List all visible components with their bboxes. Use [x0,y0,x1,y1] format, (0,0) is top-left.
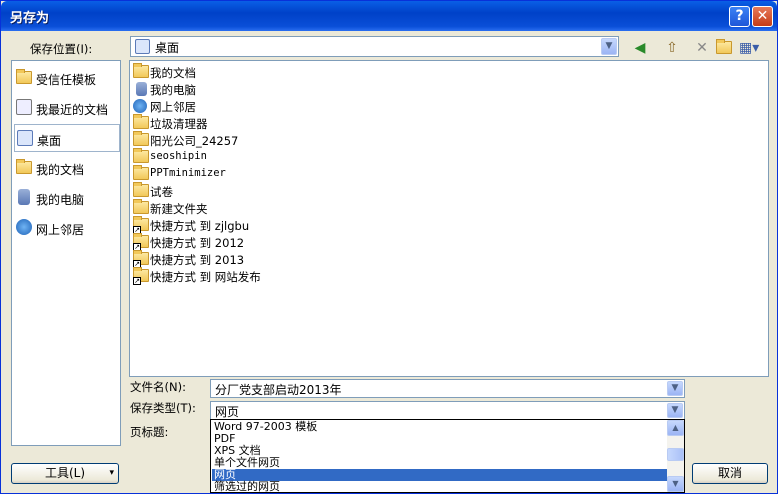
page-title-label: 页标题: [130,425,169,439]
dropdown-scrollbar[interactable]: ▲ ▼ [667,420,684,492]
chevron-down-icon: ▾ [109,468,114,478]
filetype-option[interactable]: XPS 文档 [212,445,668,457]
filename-label: 文件名(N): [130,380,186,394]
place-label: 我的文档 [36,163,85,177]
file-name: PPTminimizer [150,167,226,179]
folder-icon [16,69,32,85]
chevron-down-icon[interactable]: ▼ [667,381,683,396]
shortcut-folder-icon: ↗ [133,233,149,251]
help-button[interactable]: ? [729,6,750,27]
new-folder-icon[interactable] [715,39,733,59]
filetype-option[interactable]: Word 97-2003 模板 [212,421,668,433]
file-name: 快捷方式 到 网站发布 [150,270,261,284]
chevron-down-icon[interactable]: ▼ [601,38,617,55]
filetype-value: 网页 [215,405,240,419]
scroll-thumb[interactable] [667,448,684,461]
file-name: 新建文件夹 [150,202,208,216]
tools-label: 工具(L) [44,466,86,480]
my-computer-icon [136,82,147,96]
shortcut-folder-icon: ↗ [133,216,149,234]
my-computer-icon [18,189,30,205]
delete-icon[interactable]: ✕ [693,39,711,57]
folder-icon [133,148,149,164]
place-label: 我的电脑 [36,193,85,207]
filename-input[interactable]: 分厂党支部启动2013年 ▼ [210,379,685,398]
place-trusted-templates[interactable]: 受信任模板 [14,64,120,92]
filetype-option-selected[interactable]: 网页 [212,469,668,481]
place-my-documents[interactable]: 我的文档 [14,154,120,182]
chevron-down-icon[interactable]: ▼ [667,403,683,418]
file-name: 试卷 [150,185,173,199]
place-network[interactable]: 网上邻居 [14,214,120,242]
folder-icon [133,199,149,215]
network-icon [16,219,32,235]
scroll-down-icon[interactable]: ▼ [667,476,684,492]
my-documents-icon [16,159,32,175]
filetype-option[interactable]: 单个文件网页 [212,457,668,469]
window-title: 另存为 [10,11,50,26]
recent-docs-icon [16,99,32,115]
file-name: 我的文档 [150,66,196,80]
filetype-option[interactable]: 筛选过的网页 [212,481,668,493]
place-label: 受信任模板 [36,73,97,87]
place-recent[interactable]: 我最近的文档 [14,94,120,122]
filetype-dropdown-list[interactable]: Word 97-2003 模板 PDF XPS 文档 单个文件网页 网页 筛选过… [210,419,685,493]
back-icon[interactable]: ◀ [631,39,649,57]
filetype-option[interactable]: PDF [212,433,668,445]
close-button[interactable]: ✕ [752,6,773,27]
desktop-icon [17,130,33,146]
save-location-value: 桌面 [155,41,180,55]
tools-button[interactable]: 工具(L) ▾ [11,463,119,484]
views-menu-icon[interactable]: ▦▾ [739,39,759,57]
title-bar[interactable]: 另存为 ? ✕ [1,1,777,31]
file-name: 阳光公司_24257 [150,134,239,148]
network-icon [133,99,147,113]
places-bar: 受信任模板 我最近的文档 桌面 我的文档 我的电脑 网上邻居 [11,60,121,446]
folder-icon [133,114,149,130]
save-as-dialog: 另存为 ? ✕ 保存位置(I): 桌面 ▼ ◀ ⇧ ✕ ▦▾ 受信任模板 我最近… [0,0,778,494]
save-location-combo[interactable]: 桌面 ▼ [130,36,619,57]
file-name: seoshipin [150,150,207,162]
file-name: 快捷方式 到 zjlgbu [150,219,250,233]
filename-value: 分厂党支部启动2013年 [215,383,342,397]
cancel-button[interactable]: 取消 [692,463,768,484]
scroll-up-icon[interactable]: ▲ [667,420,684,436]
place-label: 我最近的文档 [36,103,109,117]
file-name: 我的电脑 [150,83,196,97]
folder-icon [133,182,149,198]
my-documents-icon [133,63,149,79]
filetype-label: 保存类型(T): [130,401,196,415]
file-list[interactable]: 我的文档 我的电脑 网上邻居 垃圾清理器 阳光公司_24257 seoshipi… [129,60,769,377]
up-folder-icon[interactable]: ⇧ [663,39,681,57]
place-my-computer[interactable]: 我的电脑 [14,184,120,212]
desktop-icon [135,39,150,54]
file-name: 网上邻居 [150,100,196,114]
place-label: 网上邻居 [36,223,85,237]
shortcut-folder-icon: ↗ [133,250,149,268]
place-label: 桌面 [37,134,62,148]
folder-icon [133,131,149,147]
place-desktop[interactable]: 桌面 [14,124,120,152]
folder-icon [133,165,149,181]
filetype-select[interactable]: 网页 ▼ [210,401,685,420]
file-name: 快捷方式 到 2013 [150,253,245,267]
shortcut-folder-icon: ↗ [133,267,149,285]
file-name: 垃圾清理器 [150,117,208,131]
file-name: 快捷方式 到 2012 [150,236,245,250]
save-location-label: 保存位置(I): [30,42,93,56]
